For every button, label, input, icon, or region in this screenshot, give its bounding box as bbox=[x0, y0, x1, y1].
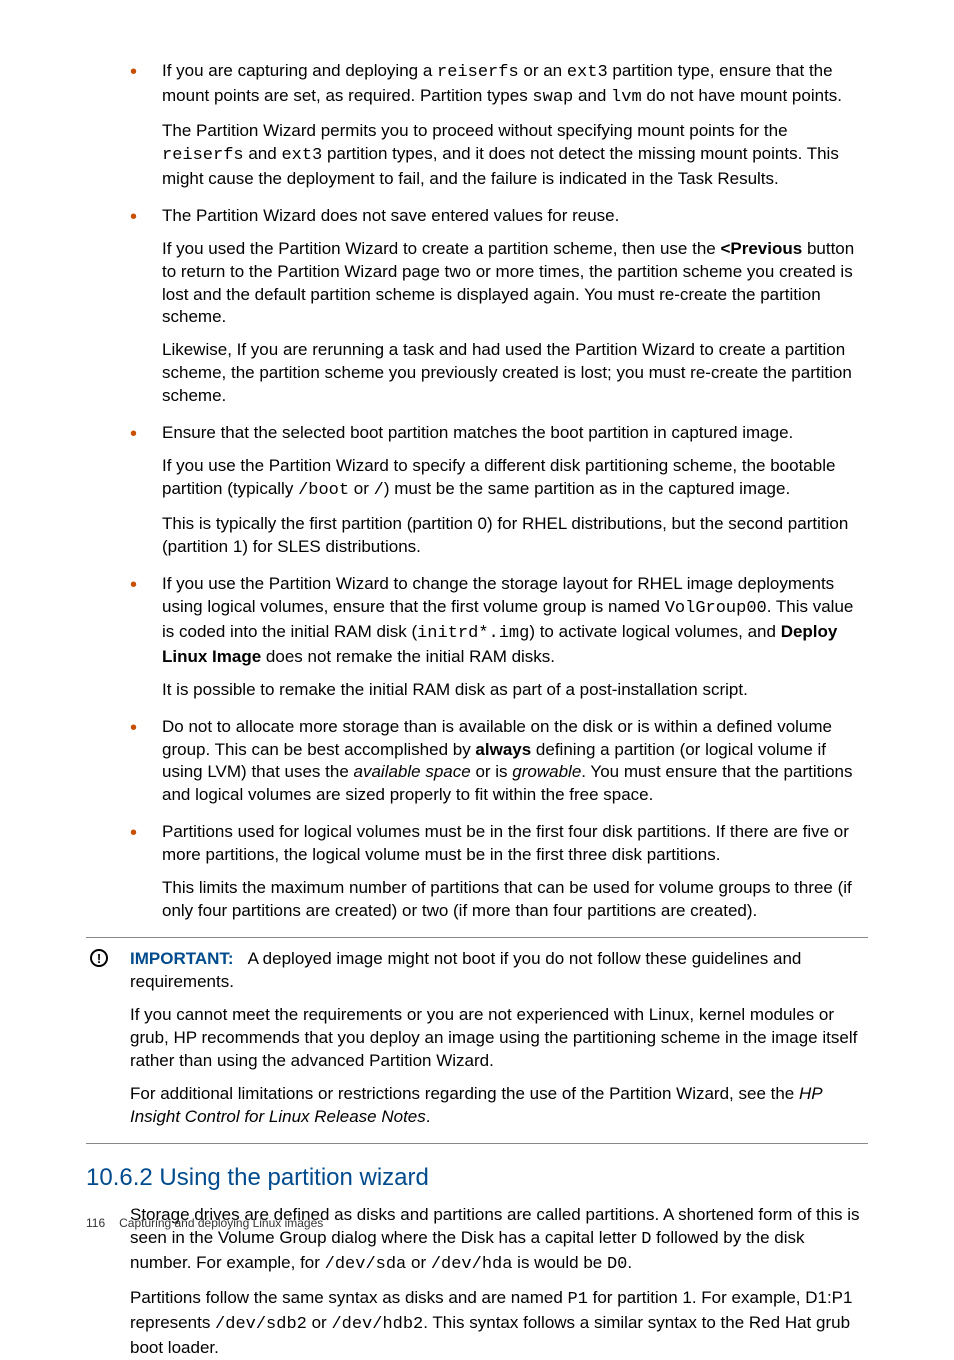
list-item: If you are capturing and deploying a rei… bbox=[130, 60, 868, 191]
list-item: Do not to allocate more storage than is … bbox=[130, 716, 868, 808]
code-text: P1 bbox=[568, 1290, 588, 1309]
text: or bbox=[307, 1313, 332, 1332]
text: The Partition Wizard does not save enter… bbox=[162, 205, 868, 228]
code-text: D bbox=[641, 1230, 651, 1249]
code-text: initrd*.img bbox=[417, 624, 529, 643]
important-label: IMPORTANT: bbox=[130, 949, 234, 968]
code-text: ext3 bbox=[281, 146, 322, 165]
text: If you are capturing and deploying a bbox=[162, 61, 437, 80]
code-text: lvm bbox=[611, 88, 642, 107]
code-text: reiserfs bbox=[162, 146, 244, 165]
text: . bbox=[627, 1253, 632, 1272]
code-text: VolGroup00 bbox=[665, 599, 767, 618]
text: or bbox=[349, 479, 374, 498]
page-number: 116 bbox=[86, 1216, 105, 1230]
bullet-list: If you are capturing and deploying a rei… bbox=[130, 60, 868, 923]
text: does not remake the initial RAM disks. bbox=[261, 647, 555, 666]
text: Partitions follow the same syntax as dis… bbox=[130, 1288, 568, 1307]
text: This limits the maximum number of partit… bbox=[162, 877, 868, 923]
text: or an bbox=[519, 61, 567, 80]
list-item: If you use the Partition Wizard to chang… bbox=[130, 573, 868, 702]
text: . bbox=[426, 1107, 431, 1126]
important-icon bbox=[90, 949, 108, 967]
text: ) must be the same partition as in the c… bbox=[384, 479, 790, 498]
italic-text: available space bbox=[354, 762, 471, 781]
code-text: /boot bbox=[298, 481, 349, 500]
text: Partitions used for logical volumes must… bbox=[162, 821, 868, 867]
text: For additional limitations or restrictio… bbox=[130, 1084, 799, 1103]
code-text: /dev/hda bbox=[431, 1255, 513, 1274]
text: and bbox=[244, 144, 282, 163]
page-footer: 116 Capturing and deploying Linux images bbox=[86, 1215, 323, 1231]
text: ) to activate logical volumes, and bbox=[529, 622, 780, 641]
important-block: IMPORTANT:A deployed image might not boo… bbox=[86, 948, 868, 1129]
list-item: Partitions used for logical volumes must… bbox=[130, 821, 868, 923]
code-text: /dev/sdb2 bbox=[215, 1315, 307, 1334]
text: or bbox=[406, 1253, 431, 1272]
code-text: swap bbox=[532, 88, 573, 107]
code-text: D0 bbox=[607, 1255, 627, 1274]
text: It is possible to remake the initial RAM… bbox=[162, 679, 868, 702]
code-text: ext3 bbox=[567, 63, 608, 82]
text: This is typically the first partition (p… bbox=[162, 513, 868, 559]
chapter-title: Capturing and deploying Linux images bbox=[119, 1216, 323, 1230]
list-item: The Partition Wizard does not save enter… bbox=[130, 205, 868, 409]
text: do not have mount points. bbox=[642, 86, 842, 105]
section-title: Using the partition wizard bbox=[159, 1164, 428, 1191]
text: Ensure that the selected boot partition … bbox=[162, 422, 868, 445]
text: and bbox=[573, 86, 611, 105]
text: If you used the Partition Wizard to crea… bbox=[162, 239, 720, 258]
code-text: /dev/sda bbox=[325, 1255, 407, 1274]
text: Likewise, If you are rerunning a task an… bbox=[162, 339, 868, 408]
section-heading: 10.6.2 Using the partition wizard bbox=[86, 1162, 868, 1194]
code-text: reiserfs bbox=[437, 63, 519, 82]
list-item: Ensure that the selected boot partition … bbox=[130, 422, 868, 559]
bold-text: <Previous bbox=[720, 239, 802, 258]
divider bbox=[86, 937, 868, 938]
divider bbox=[86, 1143, 868, 1144]
code-text: / bbox=[374, 481, 384, 500]
text: is would be bbox=[512, 1253, 607, 1272]
text: or is bbox=[471, 762, 513, 781]
text: If you cannot meet the requirements or y… bbox=[130, 1004, 868, 1073]
italic-text: growable bbox=[512, 762, 581, 781]
text: The Partition Wizard permits you to proc… bbox=[162, 121, 788, 140]
code-text: /dev/hdb2 bbox=[331, 1315, 423, 1334]
section-number: 10.6.2 bbox=[86, 1164, 153, 1191]
bold-text: always bbox=[475, 740, 531, 759]
